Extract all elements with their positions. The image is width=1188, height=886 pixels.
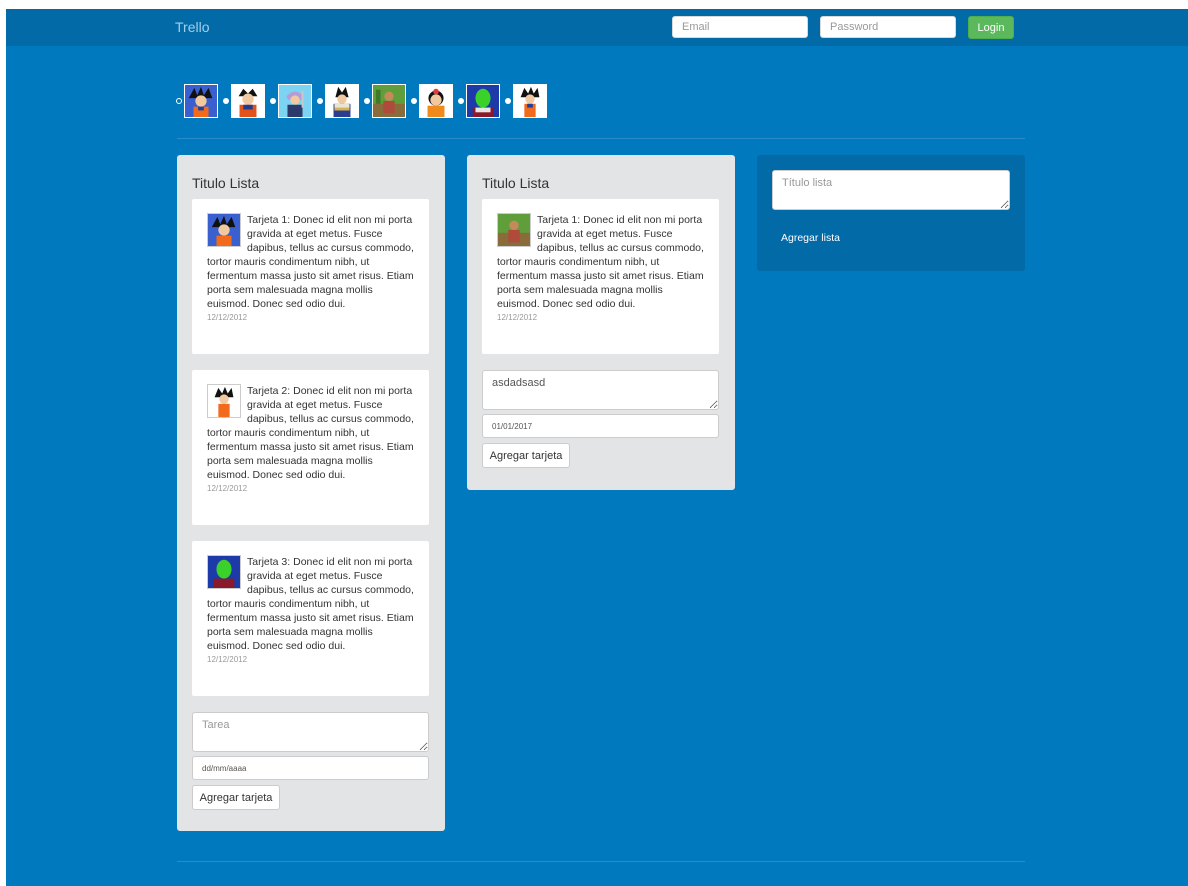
avatar-carousel <box>176 83 552 119</box>
list-title-input[interactable] <box>772 170 1010 210</box>
piccolo-avatar <box>207 555 241 589</box>
add-card-button[interactable]: Agregar tarjeta <box>482 443 570 468</box>
divider <box>177 861 1025 862</box>
add-list-button[interactable]: Agregar lista <box>781 232 840 244</box>
carousel-dot[interactable] <box>505 98 511 104</box>
piccolo-avatar[interactable] <box>466 84 500 118</box>
brand-logo[interactable]: Trello <box>175 19 210 35</box>
list-title: Titulo Lista <box>192 175 260 191</box>
saiyan-avatar <box>497 213 531 247</box>
list-2: Titulo Lista Tarjeta 1: Donec id elit no… <box>467 155 735 490</box>
card[interactable]: Tarjeta 1: Donec id elit non mi porta gr… <box>482 199 719 354</box>
date-input[interactable] <box>482 414 719 438</box>
carousel-dot[interactable] <box>223 98 229 104</box>
password-field[interactable] <box>820 16 956 38</box>
goku-avatar <box>207 213 241 247</box>
card[interactable]: Tarjeta 1: Donec id elit non mi porta gr… <box>192 199 429 354</box>
carousel-dot[interactable] <box>176 98 182 104</box>
gohan-avatar[interactable] <box>231 84 265 118</box>
vegeta-avatar[interactable] <box>325 84 359 118</box>
carousel-dot[interactable] <box>458 98 464 104</box>
card[interactable]: Tarjeta 3: Donec id elit non mi porta gr… <box>192 541 429 696</box>
task-input[interactable] <box>192 712 429 752</box>
board: Trello Login <box>6 9 1188 886</box>
saiyan-avatar[interactable] <box>372 84 406 118</box>
gohan-kid-avatar[interactable] <box>419 84 453 118</box>
task-input[interactable]: asdadsasd <box>482 370 719 410</box>
divider <box>177 138 1025 139</box>
date-input[interactable] <box>192 756 429 780</box>
goten-avatar[interactable] <box>513 84 547 118</box>
top-navbar: Trello Login <box>6 9 1188 46</box>
card-date: 12/12/2012 <box>497 313 538 322</box>
card-date: 12/12/2012 <box>207 313 248 322</box>
list-title: Titulo Lista <box>482 175 550 191</box>
email-field[interactable] <box>672 16 808 38</box>
carousel-dot[interactable] <box>270 98 276 104</box>
card-date: 12/12/2012 <box>207 655 248 664</box>
new-list-panel: Agregar lista <box>757 155 1025 271</box>
trunks-avatar[interactable] <box>278 84 312 118</box>
card[interactable]: Tarjeta 2: Donec id elit non mi porta gr… <box>192 370 429 525</box>
goku-avatar[interactable] <box>184 84 218 118</box>
carousel-dot[interactable] <box>411 98 417 104</box>
card-date: 12/12/2012 <box>207 484 248 493</box>
carousel-dot[interactable] <box>317 98 323 104</box>
carousel-dot[interactable] <box>364 98 370 104</box>
goten-avatar <box>207 384 241 418</box>
add-card-button[interactable]: Agregar tarjeta <box>192 785 280 810</box>
login-button[interactable]: Login <box>968 16 1014 39</box>
list-1: Titulo Lista Tarjeta 1: Donec id elit no… <box>177 155 445 831</box>
